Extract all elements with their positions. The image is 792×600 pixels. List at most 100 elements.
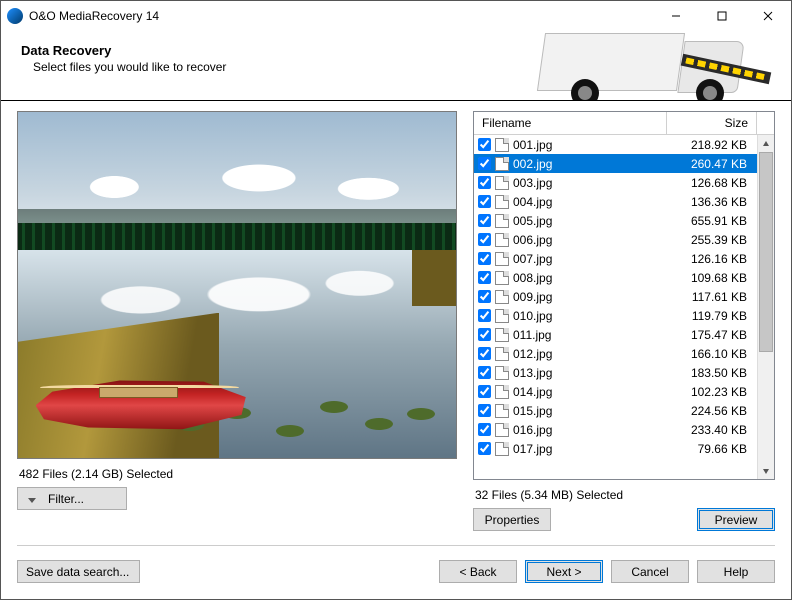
- file-name: 001.jpg: [513, 138, 667, 152]
- row-checkbox[interactable]: [478, 404, 491, 417]
- file-size: 166.10 KB: [667, 347, 751, 361]
- back-button[interactable]: < Back: [439, 560, 517, 583]
- table-row[interactable]: 008.jpg109.68 KB: [474, 268, 757, 287]
- cancel-button[interactable]: Cancel: [611, 560, 689, 583]
- scroll-down-button[interactable]: [758, 462, 774, 479]
- table-row[interactable]: 016.jpg233.40 KB: [474, 420, 757, 439]
- file-size: 655.91 KB: [667, 214, 751, 228]
- file-name: 006.jpg: [513, 233, 667, 247]
- table-row[interactable]: 017.jpg79.66 KB: [474, 439, 757, 458]
- row-checkbox[interactable]: [478, 138, 491, 151]
- minimize-button[interactable]: [653, 1, 699, 31]
- filter-label: Filter...: [48, 492, 84, 506]
- scroll-up-button[interactable]: [758, 135, 774, 152]
- file-name: 003.jpg: [513, 176, 667, 190]
- column-filename[interactable]: Filename: [474, 112, 667, 134]
- file-icon: [495, 404, 509, 418]
- scrollbar[interactable]: [757, 135, 774, 479]
- file-name: 008.jpg: [513, 271, 667, 285]
- table-row[interactable]: 004.jpg136.36 KB: [474, 192, 757, 211]
- file-icon: [495, 328, 509, 342]
- file-size: 136.36 KB: [667, 195, 751, 209]
- file-size: 126.16 KB: [667, 252, 751, 266]
- close-button[interactable]: [745, 1, 791, 31]
- main-area: 482 Files (2.14 GB) Selected Filter... F…: [1, 101, 791, 531]
- filter-button[interactable]: Filter...: [17, 487, 127, 510]
- file-name: 013.jpg: [513, 366, 667, 380]
- table-row[interactable]: 009.jpg117.61 KB: [474, 287, 757, 306]
- row-checkbox[interactable]: [478, 214, 491, 227]
- preview-button[interactable]: Preview: [697, 508, 775, 531]
- file-icon: [495, 442, 509, 456]
- file-list-header[interactable]: Filename Size: [474, 112, 774, 135]
- file-name: 005.jpg: [513, 214, 667, 228]
- file-size: 109.68 KB: [667, 271, 751, 285]
- table-row[interactable]: 001.jpg218.92 KB: [474, 135, 757, 154]
- table-row[interactable]: 011.jpg175.47 KB: [474, 325, 757, 344]
- table-row[interactable]: 014.jpg102.23 KB: [474, 382, 757, 401]
- table-row[interactable]: 012.jpg166.10 KB: [474, 344, 757, 363]
- file-name: 007.jpg: [513, 252, 667, 266]
- truck-graphic: [541, 31, 791, 101]
- table-row[interactable]: 010.jpg119.79 KB: [474, 306, 757, 325]
- file-icon: [495, 233, 509, 247]
- file-size: 233.40 KB: [667, 423, 751, 437]
- row-checkbox[interactable]: [478, 347, 491, 360]
- file-size: 117.61 KB: [667, 290, 751, 304]
- scroll-thumb[interactable]: [759, 152, 773, 352]
- row-checkbox[interactable]: [478, 328, 491, 341]
- wizard-header: Data Recovery Select files you would lik…: [1, 31, 791, 101]
- file-icon: [495, 347, 509, 361]
- file-icon: [495, 138, 509, 152]
- table-row[interactable]: 013.jpg183.50 KB: [474, 363, 757, 382]
- table-row[interactable]: 002.jpg260.47 KB: [474, 154, 757, 173]
- row-checkbox[interactable]: [478, 290, 491, 303]
- column-size[interactable]: Size: [667, 112, 757, 134]
- file-size: 79.66 KB: [667, 442, 751, 456]
- file-name: 016.jpg: [513, 423, 667, 437]
- row-checkbox[interactable]: [478, 442, 491, 455]
- properties-button[interactable]: Properties: [473, 508, 551, 531]
- row-checkbox[interactable]: [478, 195, 491, 208]
- row-checkbox[interactable]: [478, 385, 491, 398]
- file-name: 009.jpg: [513, 290, 667, 304]
- row-checkbox[interactable]: [478, 423, 491, 436]
- file-size: 260.47 KB: [667, 157, 751, 171]
- file-name: 012.jpg: [513, 347, 667, 361]
- right-status: 32 Files (5.34 MB) Selected: [473, 486, 775, 508]
- file-icon: [495, 271, 509, 285]
- next-button[interactable]: Next >: [525, 560, 603, 583]
- file-icon: [495, 290, 509, 304]
- file-list[interactable]: Filename Size 001.jpg218.92 KB002.jpg260…: [473, 111, 775, 480]
- row-checkbox[interactable]: [478, 233, 491, 246]
- file-size: 255.39 KB: [667, 233, 751, 247]
- titlebar: O&O MediaRecovery 14: [1, 1, 791, 31]
- preview-pane: 482 Files (2.14 GB) Selected Filter...: [17, 111, 457, 531]
- table-row[interactable]: 007.jpg126.16 KB: [474, 249, 757, 268]
- page-subtitle: Select files you would like to recover: [33, 60, 226, 74]
- chevron-down-icon: [28, 492, 36, 506]
- app-icon: [7, 8, 23, 24]
- file-icon: [495, 366, 509, 380]
- file-icon: [495, 423, 509, 437]
- file-size: 126.68 KB: [667, 176, 751, 190]
- table-row[interactable]: 003.jpg126.68 KB: [474, 173, 757, 192]
- row-checkbox[interactable]: [478, 176, 491, 189]
- table-row[interactable]: 015.jpg224.56 KB: [474, 401, 757, 420]
- row-checkbox[interactable]: [478, 271, 491, 284]
- help-button[interactable]: Help: [697, 560, 775, 583]
- file-name: 002.jpg: [513, 157, 667, 171]
- row-checkbox[interactable]: [478, 309, 491, 322]
- file-icon: [495, 157, 509, 171]
- table-row[interactable]: 006.jpg255.39 KB: [474, 230, 757, 249]
- maximize-button[interactable]: [699, 1, 745, 31]
- file-icon: [495, 195, 509, 209]
- row-checkbox[interactable]: [478, 157, 491, 170]
- save-search-button[interactable]: Save data search...: [17, 560, 140, 583]
- table-row[interactable]: 005.jpg655.91 KB: [474, 211, 757, 230]
- canoe-icon: [36, 375, 246, 430]
- bottom-bar: Save data search... < Back Next > Cancel…: [1, 546, 791, 599]
- file-name: 011.jpg: [513, 328, 667, 342]
- row-checkbox[interactable]: [478, 252, 491, 265]
- row-checkbox[interactable]: [478, 366, 491, 379]
